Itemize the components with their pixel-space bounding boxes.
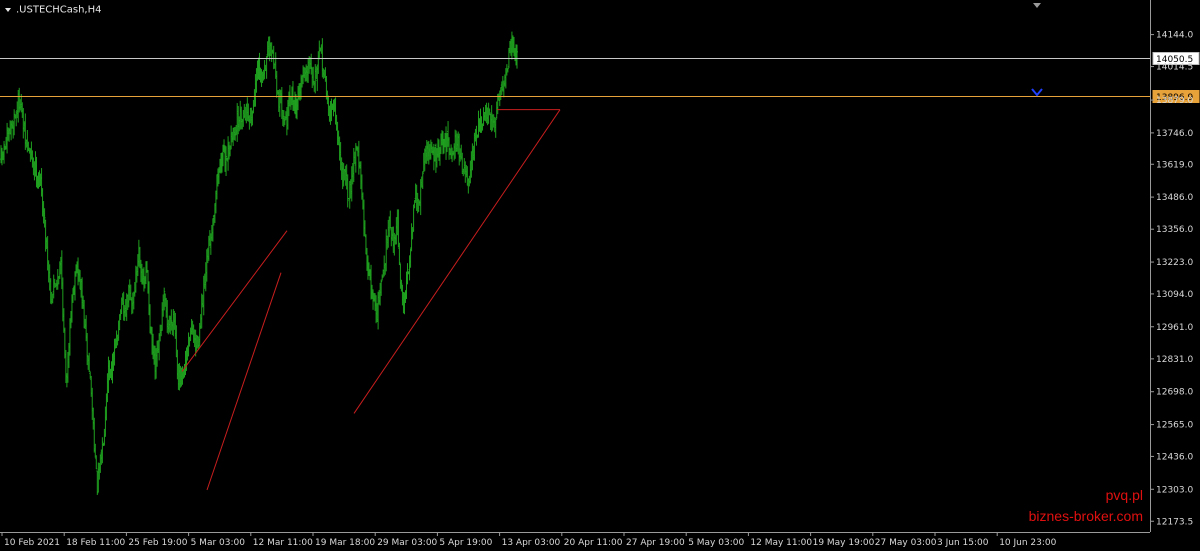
- x-tick-label: 3 Jun 15:00: [937, 538, 989, 548]
- y-tick-label: 12961.0: [1156, 323, 1193, 333]
- y-tick-label: 13746.0: [1156, 129, 1193, 139]
- y-tick-label: 13879.0: [1156, 96, 1193, 106]
- y-tick-label: 13486.0: [1156, 193, 1193, 203]
- y-tick-label: 12173.5: [1156, 517, 1193, 527]
- price-chart[interactable]: 14050.513896.9 14144.014014.513879.01374…: [0, 0, 1200, 551]
- y-tick-label: 14014.5: [1156, 63, 1193, 73]
- x-tick-label: 27 Apr 19:00: [626, 538, 685, 548]
- x-tick-label: 5 May 03:00: [688, 538, 744, 548]
- y-tick-label: 12831.0: [1156, 355, 1193, 365]
- watermark-line2: biznes-broker.com: [1029, 508, 1143, 524]
- y-tick-label: 13619.0: [1156, 160, 1193, 170]
- x-tick-label: 25 Feb 19:00: [128, 538, 187, 548]
- y-tick-label: 14144.0: [1156, 31, 1193, 41]
- chart-background: [0, 0, 1200, 551]
- y-tick-label: 12565.0: [1156, 421, 1193, 431]
- chart-title[interactable]: .USTECHCash,H4: [5, 5, 102, 16]
- y-tick-label: 12303.0: [1156, 485, 1193, 495]
- x-tick-label: 5 Apr 19:00: [439, 538, 492, 548]
- x-tick-label: 19 Mar 18:00: [315, 538, 375, 548]
- y-tick-label: 12436.0: [1156, 452, 1193, 462]
- symbol-label: .USTECHCash,H4: [16, 5, 102, 16]
- x-tick-label: 13 Apr 03:00: [502, 538, 561, 548]
- y-tick-label: 12698.0: [1156, 388, 1193, 398]
- x-tick-label: 12 Mar 11:00: [253, 538, 313, 548]
- x-tick-label: 10 Jun 23:00: [999, 538, 1056, 548]
- x-tick-label: 27 May 03:00: [875, 538, 937, 548]
- y-tick-label: 13356.0: [1156, 225, 1193, 235]
- x-tick-label: 5 Mar 03:00: [191, 538, 246, 548]
- watermark-line1: pvq.pl: [1106, 487, 1143, 503]
- x-tick-label: 12 May 11:00: [750, 538, 812, 548]
- x-tick-label: 10 Feb 2021: [4, 538, 60, 548]
- x-tick-label: 20 Apr 11:00: [564, 538, 623, 548]
- x-tick-label: 19 May 19:00: [813, 538, 875, 548]
- y-tick-label: 13094.0: [1156, 290, 1193, 300]
- x-tick-label: 29 Mar 03:00: [377, 538, 437, 548]
- y-tick-label: 13223.0: [1156, 258, 1193, 268]
- x-tick-label: 18 Feb 11:00: [66, 538, 125, 548]
